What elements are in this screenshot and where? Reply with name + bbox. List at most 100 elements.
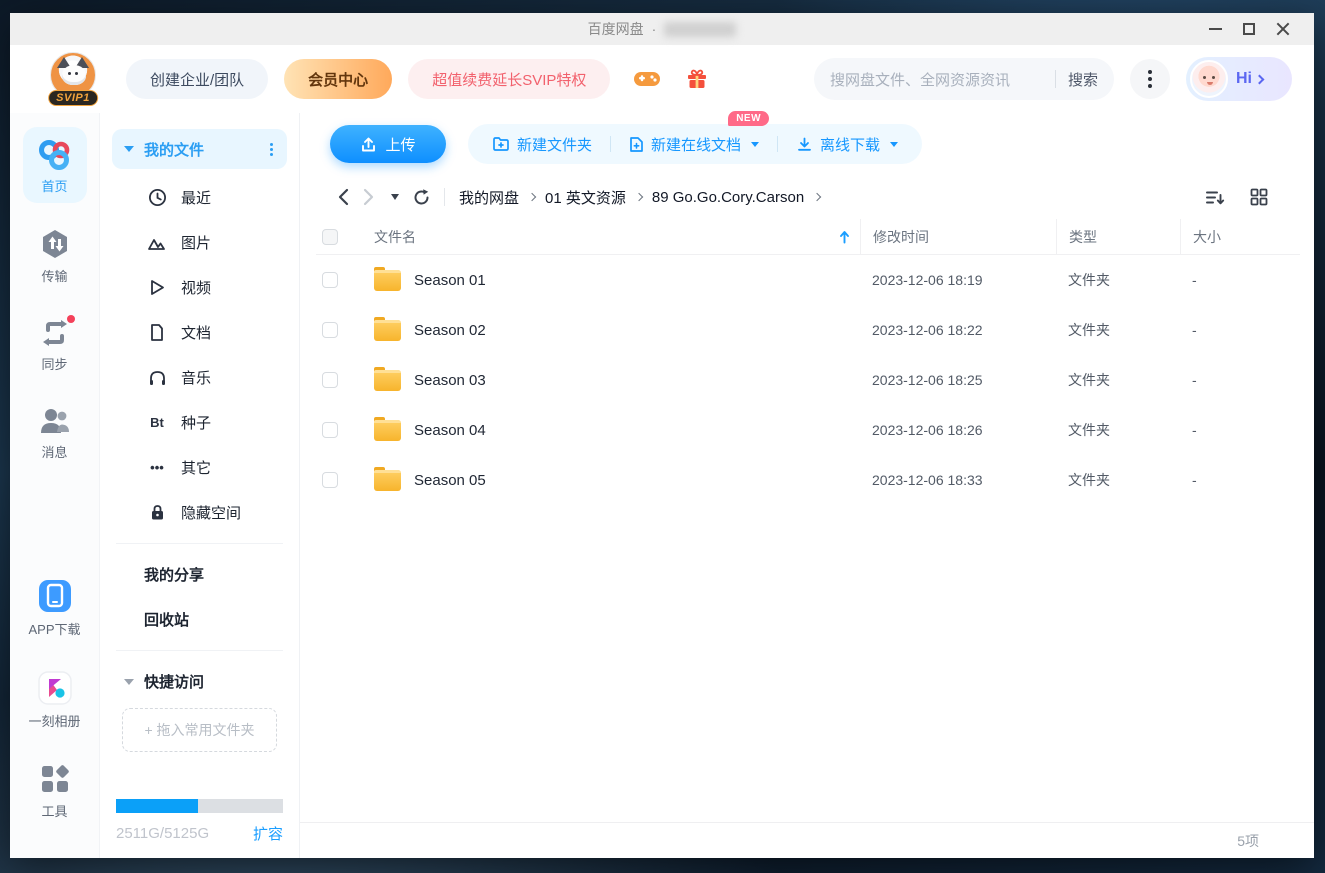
sidebar-item-others[interactable]: ••• 其它 <box>112 445 287 490</box>
rail-item-messages[interactable]: 消息 <box>23 395 87 469</box>
table-row[interactable]: Season 01 2023-12-06 18:19 文件夹 - <box>316 255 1300 305</box>
photos-icon <box>37 671 72 705</box>
column-header-type[interactable]: 类型 <box>1056 219 1180 254</box>
forward-button[interactable] <box>356 184 382 210</box>
file-name[interactable]: Season 04 <box>414 422 486 439</box>
file-size: - <box>1192 422 1197 438</box>
upload-button[interactable]: 上传 <box>330 125 446 163</box>
row-checkbox[interactable] <box>322 272 338 288</box>
games-icon[interactable] <box>632 64 662 94</box>
breadcrumb-item-current[interactable]: 89 Go.Go.Cory.Carson <box>652 189 804 206</box>
collapse-triangle-icon[interactable] <box>124 678 134 685</box>
rail-item-home[interactable]: 首页 <box>22 127 87 203</box>
svip-renew-button[interactable]: 超值续费延长SVIP特权 <box>408 59 611 99</box>
row-checkbox[interactable] <box>322 372 338 388</box>
column-header-name[interactable]: 文件名 <box>374 227 416 247</box>
upload-icon <box>362 137 376 151</box>
table-row[interactable]: Season 04 2023-12-06 18:26 文件夹 - <box>316 405 1300 455</box>
file-name[interactable]: Season 05 <box>414 472 486 489</box>
chevron-down-icon <box>890 141 899 147</box>
breadcrumb-item-root[interactable]: 我的网盘 <box>459 187 519 208</box>
history-dropdown-button[interactable] <box>382 184 408 210</box>
storage-progress-fill <box>116 799 198 813</box>
file-size: - <box>1192 272 1197 288</box>
account-logo[interactable]: SVIP1 <box>46 52 100 106</box>
sidebar-item-music[interactable]: 音乐 <box>112 355 287 400</box>
sidebar-item-my-files[interactable]: 我的文件 <box>112 129 287 169</box>
row-checkbox[interactable] <box>322 322 338 338</box>
column-header-size[interactable]: 大小 <box>1180 219 1300 254</box>
search-button[interactable]: 搜索 <box>1068 69 1098 90</box>
rail-item-tools[interactable]: 工具 <box>23 752 87 828</box>
new-online-doc-button[interactable]: NEW 新建在线文档 <box>625 110 770 155</box>
grid-view-button[interactable] <box>1246 184 1272 210</box>
close-icon <box>1276 22 1290 36</box>
collapse-triangle-icon[interactable] <box>124 146 134 152</box>
maximize-button[interactable] <box>1232 13 1266 45</box>
create-team-button[interactable]: 创建企业/团队 <box>126 59 269 99</box>
titlebar[interactable]: 百度网盘 · <box>10 13 1314 45</box>
table-row[interactable]: Season 03 2023-12-06 18:25 文件夹 - <box>316 355 1300 405</box>
new-folder-button[interactable]: 新建文件夹 <box>488 134 596 155</box>
breadcrumb-item[interactable]: 01 英文资源 <box>545 187 626 208</box>
minimize-button[interactable] <box>1198 13 1232 45</box>
nav-separator <box>444 188 445 206</box>
rail-item-photos[interactable]: 一刻相册 <box>23 660 87 738</box>
my-files-menu-icon[interactable] <box>266 139 277 160</box>
blurred-username <box>664 21 737 37</box>
close-button[interactable] <box>1266 13 1300 45</box>
bt-icon: Bt <box>150 415 164 430</box>
folder-icon <box>374 266 401 291</box>
refresh-button[interactable] <box>408 184 434 210</box>
sidebar-divider <box>116 543 283 544</box>
file-name[interactable]: Season 03 <box>414 372 486 389</box>
file-list: Season 01 2023-12-06 18:19 文件夹 - Season … <box>316 255 1300 822</box>
sidebar-item-quick-access[interactable]: 快捷访问 <box>112 659 287 704</box>
sort-order-button[interactable] <box>1202 184 1228 210</box>
image-icon <box>146 234 168 252</box>
minimize-icon <box>1208 28 1222 30</box>
file-type: 文件夹 <box>1068 472 1110 488</box>
file-toolbar: 上传 新建文件夹 NEW 新建在线文档 离线下载 <box>300 110 1314 175</box>
sidebar-item-pictures[interactable]: 图片 <box>112 220 287 265</box>
back-button[interactable] <box>330 184 356 210</box>
offline-download-button[interactable]: 离线下载 <box>792 134 902 155</box>
user-account-button[interactable]: Hi <box>1186 57 1292 101</box>
music-icon <box>146 369 168 387</box>
rail-item-sync[interactable]: 同步 <box>23 307 87 381</box>
sidebar-item-recent[interactable]: 最近 <box>112 175 287 220</box>
more-menu-button[interactable] <box>1130 59 1170 99</box>
file-modified: 2023-12-06 18:26 <box>872 422 983 438</box>
sidebar-item-my-shares[interactable]: 我的分享 <box>112 552 287 597</box>
select-all-checkbox[interactable] <box>322 228 338 245</box>
search-input[interactable]: 搜网盘文件、全网资源资讯 搜索 <box>814 58 1114 100</box>
column-header-modified[interactable]: 修改时间 <box>860 219 1056 254</box>
table-row[interactable]: Season 02 2023-12-06 18:22 文件夹 - <box>316 305 1300 355</box>
sidebar-item-videos[interactable]: 视频 <box>112 265 287 310</box>
table-row[interactable]: Season 05 2023-12-06 18:33 文件夹 - <box>316 455 1300 505</box>
title-separator: · <box>651 21 657 37</box>
sidebar-item-recycle-bin[interactable]: 回收站 <box>112 597 287 642</box>
row-checkbox[interactable] <box>322 472 338 488</box>
sidebar-item-hidden-space[interactable]: 隐藏空间 <box>112 490 287 535</box>
rail-item-app-download[interactable]: APP下载 <box>23 568 87 646</box>
sidebar-item-torrents[interactable]: Bt 种子 <box>112 400 287 445</box>
sort-ascending-icon[interactable] <box>839 230 850 244</box>
expand-storage-link[interactable]: 扩容 <box>253 823 283 844</box>
app-title: 百度网盘 <box>587 21 644 37</box>
file-name[interactable]: Season 01 <box>414 272 486 289</box>
toolbar-separator <box>610 136 612 152</box>
navigation-bar: 我的网盘 01 英文资源 89 Go.Go.Cory.Carson <box>300 175 1314 219</box>
gift-icon[interactable] <box>682 64 712 94</box>
storage-panel: 2511G/5125G 扩容 <box>112 799 287 858</box>
member-center-button[interactable]: 会员中心 <box>284 59 393 99</box>
folder-drop-zone[interactable]: + 拖入常用文件夹 <box>122 708 277 752</box>
rail-item-transfer[interactable]: 传输 <box>23 217 87 293</box>
sidebar-item-documents[interactable]: 文档 <box>112 310 287 355</box>
table-header: 文件名 修改时间 类型 大小 <box>316 219 1300 255</box>
user-avatar <box>1190 60 1228 98</box>
greeting-text: Hi <box>1236 70 1252 87</box>
row-checkbox[interactable] <box>322 422 338 438</box>
sort-icon <box>1206 191 1225 204</box>
file-name[interactable]: Season 02 <box>414 322 486 339</box>
